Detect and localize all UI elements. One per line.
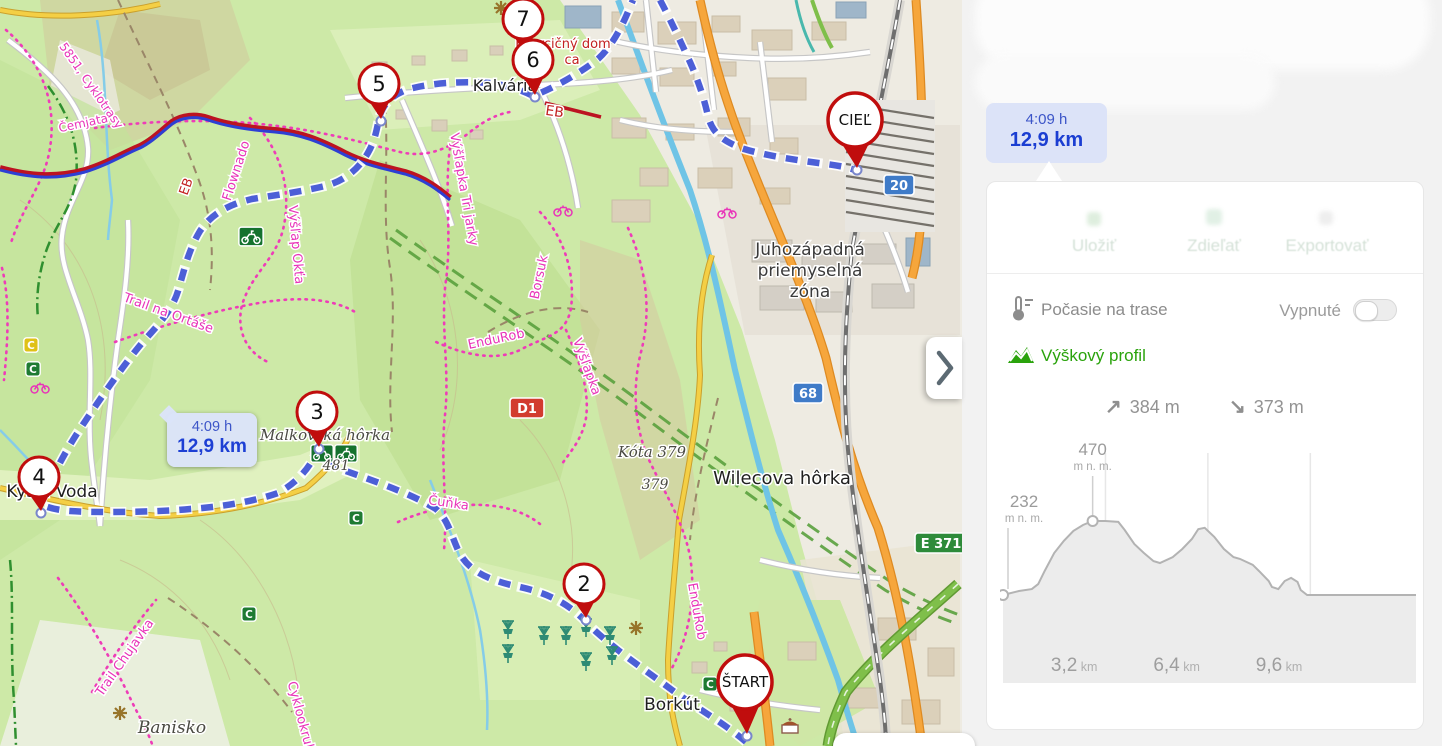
svg-text:2: 2 [577,572,590,596]
chart-annotation-value: 232 [1010,492,1038,511]
chart-annotation-point [1000,590,1008,600]
svg-text:6: 6 [526,48,539,72]
save-icon [1087,212,1101,226]
badge-time: 4:09 h [986,111,1107,128]
svg-text:3: 3 [310,400,323,424]
map-label: Banisko [137,718,206,738]
map-label: EB [544,103,565,121]
map-label: ca [564,53,579,68]
map-label: 481 [322,458,350,474]
panel-collapse-button[interactable] [926,337,962,399]
road-shield: E 371 [915,533,962,553]
chart-annotation-unit: m n. m. [1005,513,1043,525]
toggle-knob [1355,301,1378,321]
route-summary-tooltip[interactable]: 4:09 h 12,9 km [167,413,257,467]
svg-text:68: 68 [799,387,817,402]
landmark-icon [113,706,127,720]
map-canvas[interactable]: C C [0,0,962,746]
ascent-value: 384 m [1130,397,1180,417]
tab-share[interactable]: Zdieľať [1187,236,1241,256]
chart-annotation-point [1088,516,1098,526]
svg-text:5: 5 [372,72,385,96]
weather-toggle[interactable] [1353,299,1397,321]
route-distance: 12,9 km [167,436,257,458]
elevation-profile-title: Výškový profil [1041,346,1146,366]
share-icon [1206,209,1222,225]
svg-text:E 371: E 371 [921,537,962,552]
map-label: zóna [790,282,831,302]
map-label: 379 [642,477,669,493]
ascent-stat: ↗ 384 m [1105,394,1180,419]
chart-annotation-unit: m n. m. [1073,461,1111,473]
mtb-trail-icon [239,227,263,246]
weather-label: Počasie na trase [1041,300,1168,320]
chevron-right-icon [926,337,962,399]
map-label: Wilecova hôrka [713,468,851,489]
svg-text:4: 4 [32,465,45,489]
badge-tail [1036,161,1062,181]
svg-text:7: 7 [516,7,529,31]
svg-text:D1: D1 [517,402,537,417]
export-icon [1319,211,1333,225]
map-label: priemyselná [758,261,863,281]
cycle-route-badge [703,677,717,691]
road-shield: D1 [510,398,544,418]
map-control-pill[interactable] [833,733,975,746]
cycle-route-badge [26,362,40,376]
thermometer-icon [1007,294,1035,324]
panel-loading-blob [975,55,1275,110]
weather-state-label: Vypnuté [1251,301,1341,321]
map-label: Kóta 379 [617,443,687,461]
badge-distance: 12,9 km [986,129,1107,152]
tab-export[interactable]: Exportovať [1286,236,1369,256]
chart-annotation-value: 470 [1078,440,1106,459]
svg-text:CIEĽ: CIEĽ [839,111,872,129]
road-shield: 20 [884,175,914,195]
descent-value: 373 m [1254,397,1304,417]
route-detail-panel: 4:09 h 12,9 km Uložiť Zdieľať Exportovať… [962,0,1442,746]
route-time: 4:09 h [167,419,257,435]
descent-stat: ↘ 373 m [1229,394,1304,419]
elevation-chart[interactable]: 3,2 km6,4 km9,6 km232m n. m.470m n. m. [1000,431,1420,687]
elevation-profile-icon [1007,342,1035,366]
route-planner-screen: C C [0,0,1442,746]
route-detail-card: Uložiť Zdieľať Exportovať Počasie na tra… [986,181,1424,730]
map-label: Borkút [644,695,700,715]
road-shield: 68 [793,383,823,403]
cycle-route-badge-yellow [24,338,38,352]
card-divider [987,273,1423,274]
svg-text:20: 20 [890,179,908,194]
map-label: Juhozápadná [754,240,865,260]
route-summary-badge: 4:09 h 12,9 km [986,103,1107,163]
cycle-route-badge [349,511,363,525]
landmark-icon [629,621,643,635]
descent-arrow-icon: ↘ [1229,396,1246,418]
tab-save[interactable]: Uložiť [1072,236,1116,256]
svg-text:ŠTART: ŠTART [722,672,769,691]
cycle-route-badge [242,607,256,621]
ascent-arrow-icon: ↗ [1105,396,1122,418]
